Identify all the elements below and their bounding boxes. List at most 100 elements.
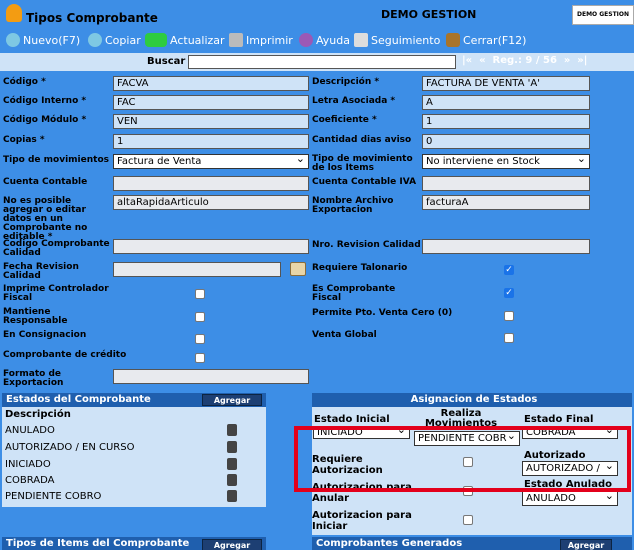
cuenta-contable-field[interactable]: [113, 176, 309, 191]
comprobantes-gen-add-button[interactable]: Agregar: [560, 539, 612, 550]
nro-revision-label: Nro. Revision Calidad: [312, 240, 421, 250]
company-logo: DEMO GESTION: [572, 5, 634, 25]
search-input[interactable]: [188, 55, 456, 69]
window-title: Tipos Comprobante: [26, 11, 158, 25]
search-label: Buscar: [147, 56, 186, 67]
tipo-mov-items-select[interactable]: No interviene en Stock: [422, 154, 590, 169]
estado-inicial-label: Estado Inicial: [314, 414, 390, 425]
copy-label: Copiar: [105, 33, 141, 47]
aut-iniciar-label: Autorizacion para Iniciar: [312, 510, 412, 532]
venta-global-label: Venta Global: [312, 330, 377, 340]
list-item[interactable]: PENDIENTE COBRO: [5, 491, 101, 503]
asignacion-panel-header: Asignacion de Estados: [312, 393, 632, 407]
mantiene-responsable-checkbox[interactable]: [195, 312, 205, 322]
imprime-controlador-checkbox[interactable]: [195, 289, 205, 299]
trash-icon[interactable]: [227, 490, 237, 502]
imprime-controlador-label: Imprime Controlador Fiscal: [3, 284, 109, 303]
en-consignacion-checkbox[interactable]: [195, 334, 205, 344]
comprobante-credito-label: Comprobante de crédito: [3, 350, 127, 360]
mantiene-responsable-label: Mantiene Responsable: [3, 307, 68, 326]
permite-pto-venta-label: Permite Pto. Venta Cero (0): [312, 308, 453, 318]
trash-icon[interactable]: [227, 441, 237, 453]
letra-asociada-field[interactable]: A: [422, 95, 590, 110]
trash-icon[interactable]: [227, 424, 237, 436]
record-navigator[interactable]: |« « Reg.: 9 / 56 » »|: [462, 55, 587, 66]
requiere-talonario-checkbox[interactable]: ✓: [504, 265, 514, 275]
copias-field[interactable]: 1: [113, 134, 309, 149]
codigo-interno-label: Código Interno *: [3, 96, 87, 106]
descripcion-field[interactable]: FACTURA DE VENTA 'A': [422, 76, 590, 91]
app-icon: [6, 4, 22, 22]
trash-icon[interactable]: [227, 474, 237, 486]
asignacion-panel-title: Asignacion de Estados: [410, 394, 538, 405]
tracking-button[interactable]: Seguimiento: [354, 33, 440, 47]
help-icon: [299, 33, 313, 47]
codigo-modulo-field[interactable]: VEN: [113, 114, 309, 129]
list-item[interactable]: INICIADO: [5, 459, 51, 471]
estado-anulado-select[interactable]: ANULADO: [522, 491, 618, 506]
cantidad-dias-field[interactable]: 0: [422, 134, 590, 149]
nro-revision-field[interactable]: [422, 239, 590, 254]
nombre-archivo-label: Nombre Archivo Exportacion: [312, 196, 394, 215]
tipos-items-add-button[interactable]: Agregar: [202, 539, 262, 550]
estados-column-header: Descripción: [5, 409, 71, 420]
fecha-revision-label: Fecha Revision Calidad: [3, 262, 79, 281]
coeficiente-field[interactable]: 1: [422, 114, 590, 129]
estado-final-label: Estado Final: [524, 414, 594, 425]
cuenta-contable-iva-field[interactable]: [422, 176, 590, 191]
comprobante-credito-checkbox[interactable]: [195, 353, 205, 363]
help-button[interactable]: Ayuda: [299, 33, 350, 47]
close-button[interactable]: Cerrar(F12): [446, 33, 526, 47]
new-button[interactable]: Nuevo(F7): [6, 33, 80, 47]
fecha-revision-field[interactable]: [113, 262, 281, 277]
calendar-icon[interactable]: [290, 262, 306, 276]
copias-label: Copias *: [3, 135, 45, 145]
close-icon: [446, 33, 460, 47]
es-comprobante-fiscal-checkbox[interactable]: ✓: [504, 288, 514, 298]
copy-button[interactable]: Copiar: [88, 33, 141, 47]
no-es-posible-label: No es posible agregar o editar datos en …: [3, 196, 88, 242]
tracking-icon: [354, 33, 368, 47]
print-button[interactable]: Imprimir: [229, 33, 293, 47]
codigo-field[interactable]: FACVA: [113, 76, 309, 91]
formato-exportacion-label: Formato de Exportacion: [3, 369, 64, 388]
aut-iniciar-checkbox[interactable]: [463, 515, 473, 525]
toolbar: Nuevo(F7) Copiar Actualizar Imprimir Ayu…: [0, 30, 634, 52]
coeficiente-label: Coeficiente *: [312, 115, 377, 125]
es-comprobante-fiscal-label: Es Comprobante Fiscal: [312, 284, 396, 303]
codigo-comp-calidad-label: Codigo Comprobante Calidad: [3, 239, 110, 258]
formato-exportacion-field[interactable]: [113, 369, 309, 384]
trash-icon[interactable]: [227, 458, 237, 470]
cuenta-contable-label: Cuenta Contable: [3, 177, 88, 187]
no-es-posible-field[interactable]: altaRapidaArticulo: [113, 195, 309, 210]
list-item[interactable]: AUTORIZADO / EN CURSO: [5, 442, 134, 454]
tipo-movimientos-label: Tipo de movimientos: [3, 155, 109, 165]
tracking-label: Seguimiento: [371, 33, 441, 47]
en-consignacion-label: En Consignacion: [3, 330, 87, 340]
codigo-interno-field[interactable]: FAC: [113, 95, 309, 110]
list-item[interactable]: COBRADA: [5, 475, 54, 487]
nombre-archivo-field[interactable]: facturaA: [422, 195, 590, 210]
descripcion-label: Descripción *: [312, 77, 380, 87]
tipos-items-panel-title: Tipos de Items del Comprobante: [6, 538, 190, 549]
codigo-label: Código *: [3, 77, 46, 87]
letra-asociada-label: Letra Asociada *: [312, 96, 396, 106]
refresh-button[interactable]: Actualizar: [145, 33, 225, 47]
printer-icon: [229, 33, 243, 47]
new-icon: [6, 33, 20, 47]
estados-panel: Descripción ANULADO AUTORIZADO / EN CURS…: [2, 407, 266, 507]
permite-pto-venta-checkbox[interactable]: [504, 311, 514, 321]
close-label: Cerrar(F12): [463, 33, 527, 47]
codigo-comp-calidad-field[interactable]: [113, 239, 309, 254]
estados-add-button[interactable]: Agregar: [202, 394, 262, 406]
cuenta-contable-iva-label: Cuenta Contable IVA: [312, 177, 417, 187]
copy-icon: [88, 33, 102, 47]
new-label: Nuevo(F7): [23, 33, 81, 47]
estados-panel-title: Estados del Comprobante: [6, 394, 151, 405]
cantidad-dias-label: Cantidad dias aviso: [312, 135, 412, 145]
list-item[interactable]: ANULADO: [5, 425, 55, 437]
tipo-mov-items-label: Tipo de movimiento de los Items: [312, 154, 413, 173]
tipo-movimientos-select[interactable]: Factura de Venta: [113, 154, 309, 169]
app-name: DEMO GESTION: [381, 8, 477, 21]
venta-global-checkbox[interactable]: [504, 333, 514, 343]
